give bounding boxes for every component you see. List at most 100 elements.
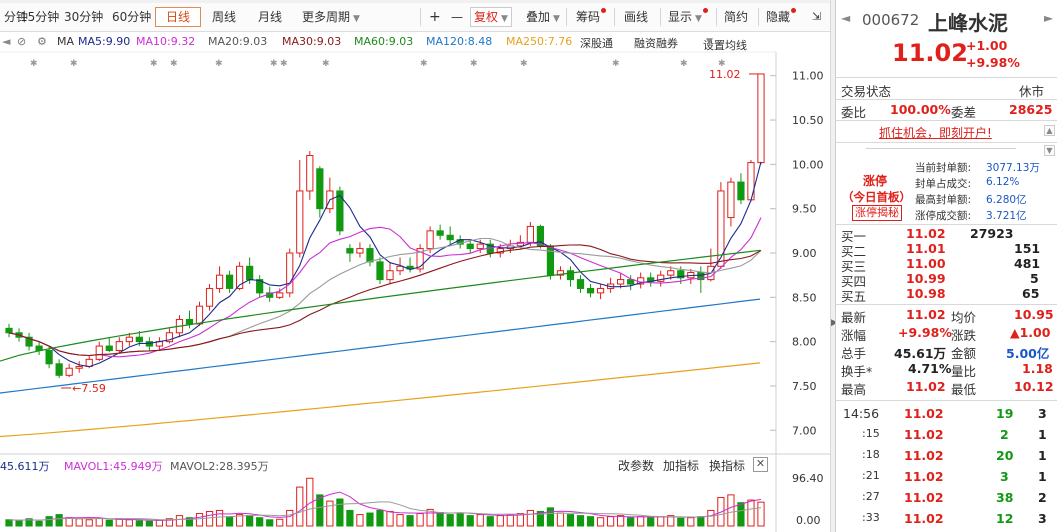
divider [836,99,1057,100]
stat-label: 最低 [951,382,977,397]
tick-row[interactable]: 14:56 11.02 19 3 [836,406,1057,424]
toolbar-divider [660,8,661,26]
candle-up [356,248,364,254]
volume-bar-down [15,520,23,527]
tick-price: 11.02 [904,448,944,463]
stat-label: 涨幅 [841,328,867,343]
volume-bar-down [406,515,414,527]
volume-bar-up [205,510,214,527]
tick-row[interactable]: :15 11.02 2 1 [836,427,1057,445]
tick-row[interactable]: :33 11.02 12 3 [836,511,1057,529]
candle-down [366,248,374,263]
scroll-down-icon[interactable]: ▼ [1044,145,1055,156]
bid-volume: 27923 [970,226,1014,241]
bid-row[interactable]: 买五 10.98 65 [836,286,1057,304]
tick-price: 11.02 [904,511,944,526]
volume-bar-down [145,520,153,527]
overlay-dropdown[interactable]: 叠加 ▼ [522,7,564,27]
volume-bar-down [105,519,113,527]
candle-down [5,327,13,334]
status-value: 休市 [1019,84,1045,99]
volume-bar-down [225,516,234,527]
bid-label: 买五 [841,289,867,304]
divider [836,77,1057,78]
gear-icon[interactable]: ⚙ [37,35,47,48]
close-indicator-icon[interactable]: ✕ [753,457,768,472]
zoom-in-button[interactable]: + [425,7,445,27]
next-stock-icon[interactable]: ► [1044,11,1053,25]
stat-value: 11.02 [906,379,946,394]
add-indicator-button[interactable]: 加指标 [663,457,699,474]
swap-indicator-button[interactable]: 换指标 [709,457,745,474]
prev-stock-icon[interactable]: ◄ [841,11,850,25]
volume-bar-down [546,507,555,527]
chips-button[interactable]: 筹码 [572,7,610,27]
ma5-value: MA5:9.90 [78,35,131,48]
tick-row[interactable]: :27 11.02 38 2 [836,490,1057,508]
candle-up [617,279,625,285]
kline-chart[interactable]: 11.00 10.50 10.00 9.50 9.00 8.50 8.00 7.50 7.00 1… [0,0,830,532]
first-board-label: （今日首板） [842,190,911,204]
scroll-left-icon[interactable]: ◄ [2,35,10,48]
ma120-value: MA120:8.48 [426,35,493,48]
volume-bar-down [737,502,745,527]
tab-30min[interactable]: 30分钟 [60,7,107,27]
tick-volume: 2 [1000,427,1009,442]
margin-trading-link[interactable]: 融资融券 [634,35,678,51]
stat-label: 总手 [841,346,867,361]
tab-weekly[interactable]: 周线 [208,7,240,27]
candle-up [757,73,765,164]
tab-monthly[interactable]: 月线 [254,7,286,27]
tick-price: 11.02 [904,469,944,484]
more-periods-dropdown[interactable]: 更多周期 ▼ [298,7,364,27]
volume-bar-down [627,517,635,527]
scroll-up-icon[interactable]: ▲ [1044,125,1055,136]
weibi-value: 100.00% [890,102,951,117]
candle-down [446,234,454,241]
tab-60min[interactable]: 60分钟 [108,7,155,27]
zoom-out-button[interactable]: — [447,7,467,27]
candle-up [396,265,404,272]
open-account-link[interactable]: 抓住机会，即刻开户! [879,124,992,141]
limit-up-reveal-button[interactable]: 涨停揭秘 [852,205,902,221]
ma-legend-row: ◄ ⊘ ⚙ MA MA5:9.90 MA10:9.32 MA20:9.03 MA… [0,33,830,52]
modify-params-button[interactable]: 改参数 [618,457,654,474]
candle-up [276,292,284,298]
question-icon[interactable]: ⊘ [17,35,26,48]
volume-bar-up [286,509,294,527]
candle-up [75,365,83,369]
bid-row[interactable]: 买四 10.99 5 [836,271,1057,289]
bid-row[interactable]: 买二 11.01 151 [836,241,1057,259]
tab-daily[interactable]: 日线 [155,7,201,27]
candle-down [466,243,474,250]
weicha-label: 委差 [951,105,977,120]
volume-bar-up [526,509,534,527]
brief-button[interactable]: 简约 [720,7,752,27]
bid-row[interactable]: 买一 11.02 27923 [836,226,1057,244]
ma-label: MA [57,35,75,48]
shenzhen-connect-link[interactable]: 深股通 [580,35,613,51]
display-dropdown[interactable]: 显示 ▼ [664,7,712,27]
tab-15min[interactable]: 15分钟 [16,7,63,27]
drawline-button[interactable]: 画线 [620,7,652,27]
mavol1-value: MAVOL1:45.949万 [64,460,163,473]
high-price-label: 11.02 [709,68,741,81]
hide-button[interactable]: 隐藏 [762,7,800,27]
tick-count: 1 [1038,427,1047,442]
tick-volume: 3 [1000,469,1009,484]
stat-label: 涨跌 [951,328,977,343]
volume-bar-down [266,519,274,527]
price-change: +1.00 [966,38,1008,53]
collapse-icon[interactable]: ⇲ [808,7,825,27]
bid-row[interactable]: 买三 11.00 481 [836,256,1057,274]
volume-bar-down [576,515,585,527]
tick-row[interactable]: :21 11.02 3 1 [836,469,1057,487]
volume-bar-up [657,516,665,527]
candle-up [596,287,605,294]
candle-down [376,261,384,281]
fuquan-dropdown[interactable]: 复权 ▼ [470,7,512,27]
y-tick-label: 7.00 [792,424,817,437]
event-marker-icon: ✱ [170,59,178,69]
tick-row[interactable]: :18 11.02 20 1 [836,448,1057,466]
volume-bar-up [155,519,164,527]
